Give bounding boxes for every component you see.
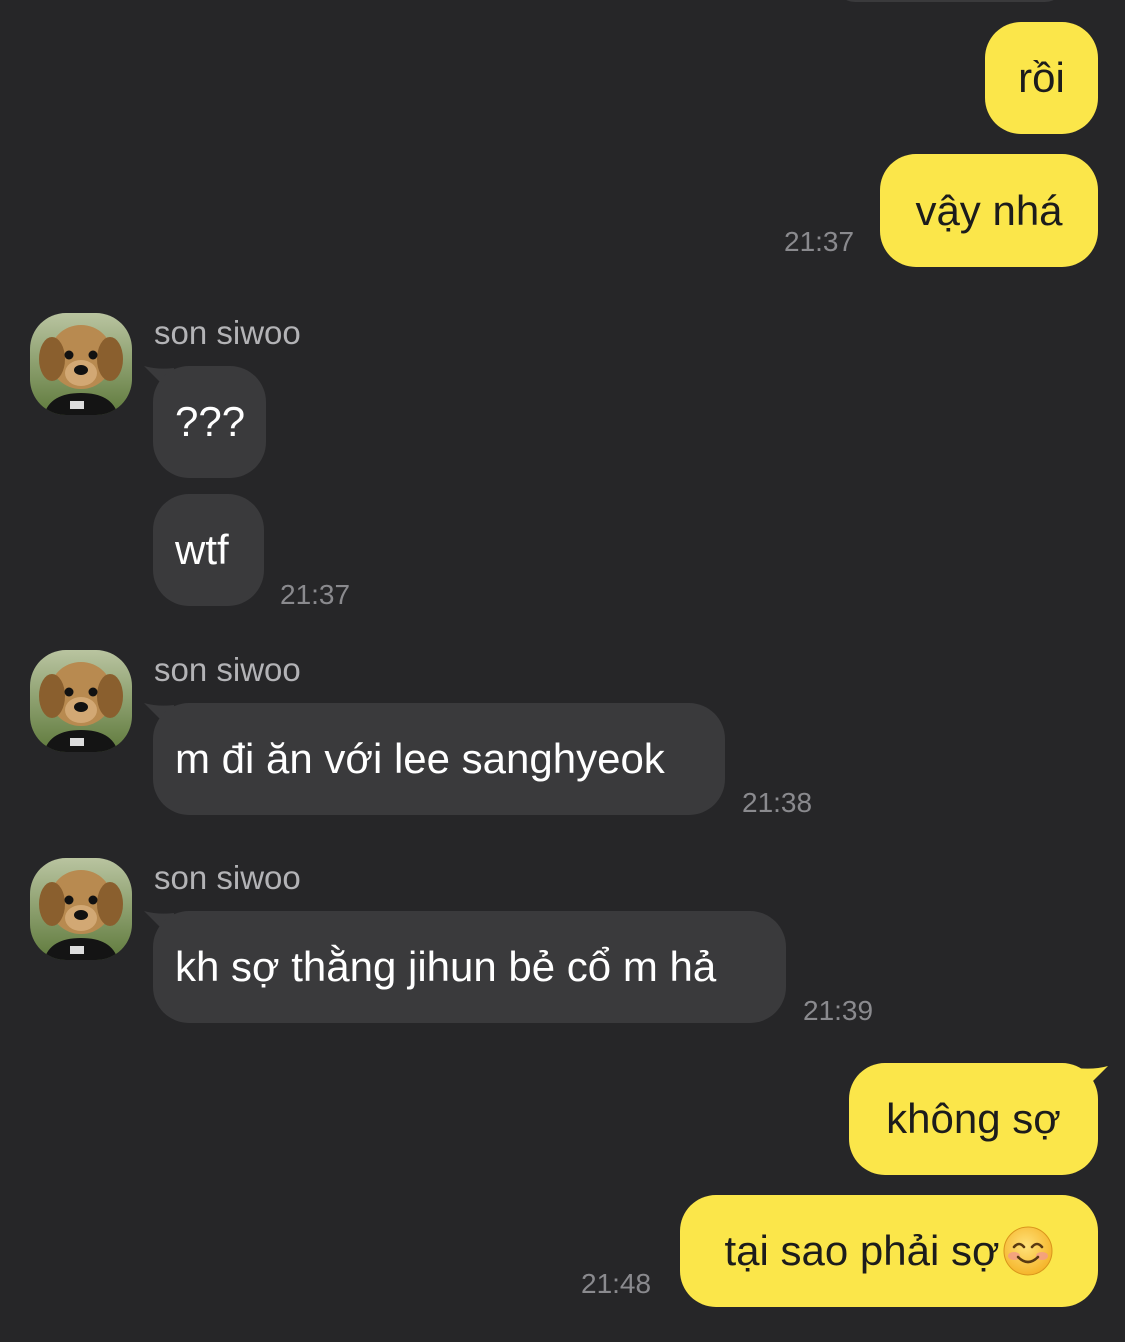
avatar[interactable] [30, 858, 132, 960]
message-timestamp: 21:37 [784, 226, 855, 257]
my-message-bubble[interactable]: tại sao phải sợ [680, 1195, 1098, 1307]
their-message-bubble[interactable]: m đi ăn với lee sanghyeok [153, 703, 725, 815]
dog-avatar-icon [30, 650, 132, 752]
dog-avatar-icon [30, 858, 132, 960]
sender-name: son siwoo [154, 651, 301, 688]
my-message-bubble[interactable]: vậy nhá [880, 154, 1098, 267]
previous-message-edge [835, 0, 1065, 2]
their-message-bubble[interactable]: ??? [153, 366, 266, 478]
chat-screen[interactable]: rồi vậy nhá 21:37 son siwoo ??? wtf 21:3… [0, 0, 1125, 1342]
smiling-face-emoji-icon [1003, 1226, 1053, 1276]
message-text: wtf [175, 526, 229, 573]
sender-name: son siwoo [154, 859, 301, 896]
my-message-bubble[interactable]: không sợ [849, 1063, 1098, 1175]
message-text: kh sợ thằng jihun bẻ cổ m hả [175, 943, 717, 990]
dog-avatar-icon [30, 313, 132, 415]
message-text: ??? [175, 398, 246, 445]
sender-name: son siwoo [154, 314, 301, 351]
their-message-bubble[interactable]: wtf [153, 494, 264, 606]
message-timestamp: 21:48 [581, 1268, 652, 1299]
message-timestamp: 21:37 [280, 579, 351, 610]
message-timestamp: 21:39 [803, 995, 874, 1026]
message-timestamp: 21:38 [742, 787, 813, 818]
message-text: vậy nhá [915, 186, 1063, 234]
message-text: rồi [1018, 54, 1065, 101]
message-text: m đi ăn với lee sanghyeok [175, 735, 665, 782]
message-text: không sợ [886, 1095, 1061, 1142]
avatar[interactable] [30, 313, 132, 415]
message-text: tại sao phải sợ [724, 1227, 1000, 1274]
their-message-bubble[interactable]: kh sợ thằng jihun bẻ cổ m hả [153, 911, 786, 1023]
avatar[interactable] [30, 650, 132, 752]
my-message-bubble[interactable]: rồi [985, 22, 1098, 134]
